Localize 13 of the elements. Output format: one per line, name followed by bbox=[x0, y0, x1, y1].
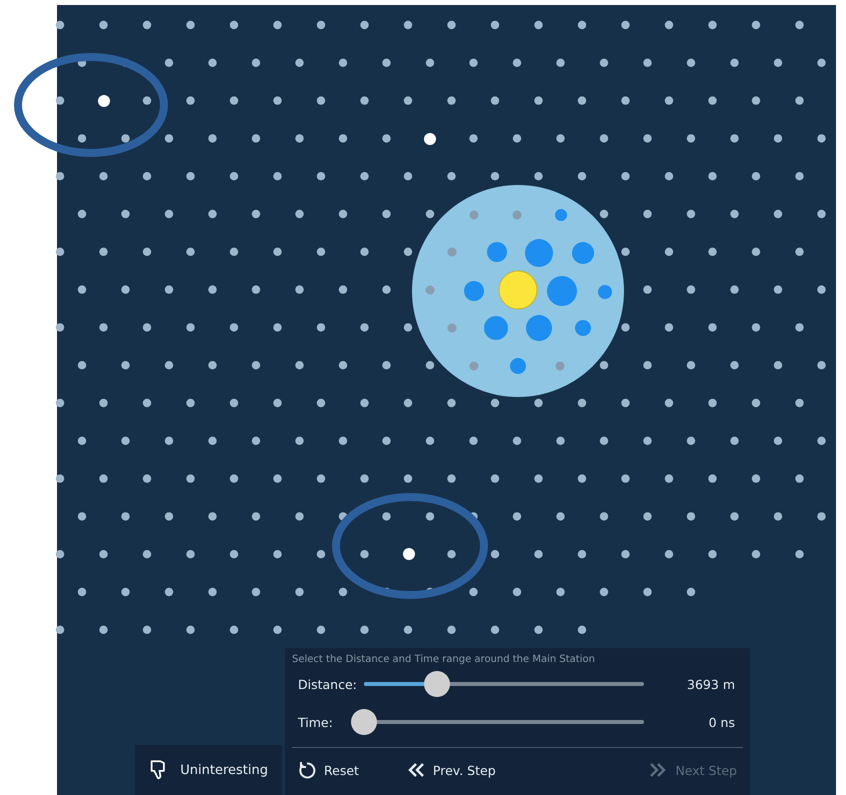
reset-button[interactable]: Reset bbox=[292, 757, 365, 783]
uninteresting-button[interactable]: Uninteresting bbox=[135, 745, 282, 795]
slider-thumb[interactable] bbox=[351, 709, 377, 735]
slider-label: Time: bbox=[298, 714, 334, 730]
slider-reading: 3693 m bbox=[686, 676, 736, 692]
double-chevron-right-icon bbox=[649, 762, 668, 778]
instruction-text: Select the Distance and Time range around the Main Station bbox=[292, 654, 596, 665]
reset-icon bbox=[298, 761, 316, 779]
slider-thumb[interactable] bbox=[424, 671, 450, 697]
previous-step-button[interactable]: Prev. Step bbox=[400, 758, 502, 782]
slider-label: Distance: bbox=[298, 676, 358, 692]
double-chevron-left-icon bbox=[406, 762, 425, 778]
slider-reading: 0 ns bbox=[708, 714, 736, 730]
